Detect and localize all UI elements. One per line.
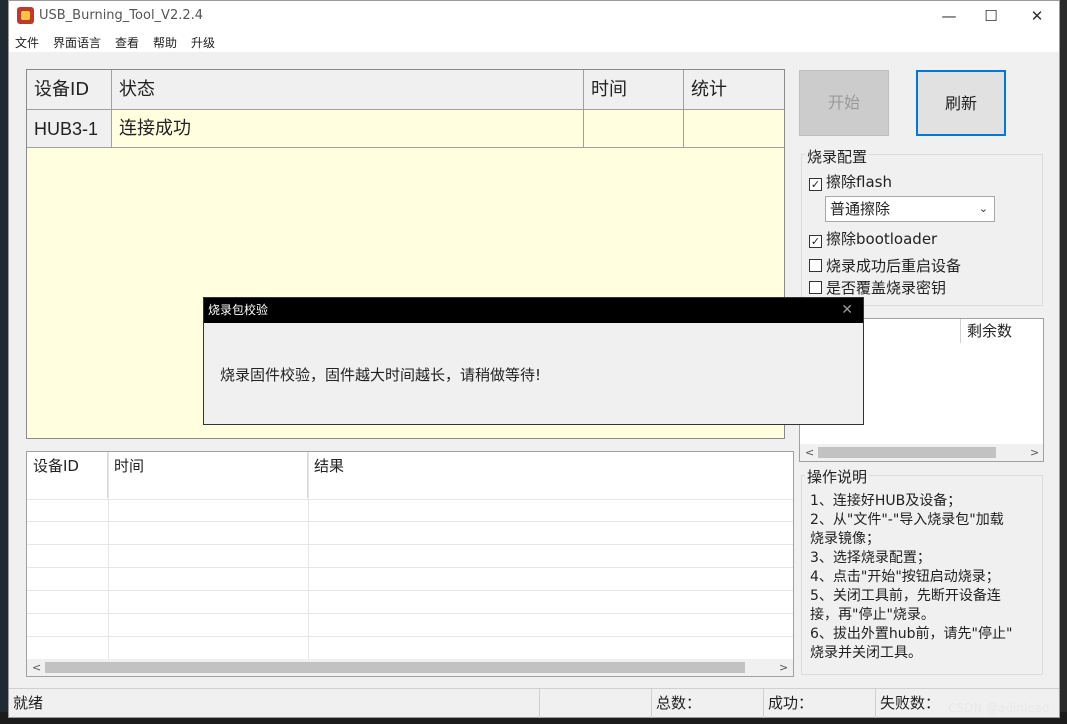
status-success: 成功： — [763, 689, 875, 718]
menu-upgrade[interactable]: 升级 — [191, 34, 215, 51]
chevron-down-icon: ⌄ — [978, 202, 988, 215]
log-col-device-id[interactable]: 设备ID — [27, 452, 108, 498]
erase-bootloader-checkbox[interactable]: ✓ 擦除bootloader — [809, 228, 937, 249]
device-row-status[interactable]: 连接成功 — [112, 110, 584, 148]
col-status[interactable]: 状态 — [112, 70, 584, 110]
overwrite-key-checkbox[interactable]: 是否覆盖烧录密钥 — [809, 277, 946, 298]
instruction-line: 2、从"文件"-"导入烧录包"加载 — [810, 512, 1004, 528]
window-title: USB_Burning_Tool_V2.2.4 — [39, 8, 204, 23]
instruction-line: 3、选择烧录配置； — [810, 550, 931, 566]
checkbox-unchecked-icon — [809, 259, 822, 272]
menu-help[interactable]: 帮助 — [153, 34, 177, 51]
grid-line — [27, 499, 793, 500]
grid-line — [27, 636, 793, 637]
log-table-scrollbar[interactable]: < > — [27, 659, 793, 676]
reboot-after-label: 烧录成功后重启设备 — [826, 257, 962, 275]
overwrite-key-label: 是否覆盖烧录密钥 — [826, 279, 947, 297]
key-list-scrollbar[interactable]: < > — [800, 444, 1043, 461]
start-button[interactable]: 开始 — [799, 70, 889, 136]
key-col-remaining[interactable]: 剩余数 — [961, 319, 1043, 343]
col-time[interactable]: 时间 — [584, 70, 684, 110]
grid-line — [27, 567, 793, 568]
title-bar: USB_Burning_Tool_V2.2.4 — ☐ ✕ — [9, 1, 1059, 32]
checkbox-unchecked-icon — [809, 281, 822, 294]
col-stats[interactable]: 统计 — [684, 70, 784, 110]
dialog-message: 烧录固件校验，固件越大时间越长，请稍做等待! — [220, 366, 542, 384]
scroll-right-icon[interactable]: > — [779, 661, 788, 674]
scroll-thumb[interactable] — [45, 662, 745, 673]
scroll-left-icon[interactable]: < — [805, 446, 814, 459]
scroll-right-icon[interactable]: > — [1030, 446, 1039, 459]
menu-bar: 文件 界面语言 查看 帮助 升级 — [9, 32, 1059, 52]
app-icon — [17, 7, 34, 24]
dialog-close-icon[interactable]: ✕ — [841, 298, 853, 323]
checkbox-checked-icon: ✓ — [809, 235, 822, 248]
maximize-button[interactable]: ☐ — [971, 5, 1011, 27]
erase-mode-select[interactable]: 普通擦除 ⌄ — [825, 196, 995, 222]
scroll-left-icon[interactable]: < — [32, 661, 41, 674]
device-row-id[interactable]: HUB3-1 — [27, 110, 112, 148]
instruction-line: 烧录镜像； — [810, 531, 880, 547]
instructions-title: 操作说明 — [805, 466, 870, 487]
status-total: 总数： — [651, 689, 763, 718]
instruction-line: 烧录并关闭工具。 — [810, 645, 922, 661]
grid-line — [27, 544, 793, 545]
scroll-thumb[interactable] — [818, 447, 996, 458]
grid-line — [27, 590, 793, 591]
desktop-left-edge — [0, 0, 8, 724]
erase-mode-value: 普通擦除 — [830, 200, 891, 218]
erase-flash-checkbox[interactable]: ✓ 擦除flash — [809, 171, 892, 192]
device-row-time[interactable] — [584, 110, 684, 148]
instruction-line: 6、拔出外置hub前，请先"停止" — [810, 626, 1013, 642]
dialog-title: 烧录包校验 — [208, 303, 269, 317]
instruction-line: 4、点击"开始"按钮启动烧录； — [810, 569, 1000, 585]
status-state: 就绪 — [13, 694, 44, 712]
checkbox-checked-icon: ✓ — [809, 178, 822, 191]
burn-config-title: 烧录配置 — [805, 146, 870, 167]
grid-line — [27, 521, 793, 522]
col-device-id[interactable]: 设备ID — [27, 70, 112, 110]
refresh-button[interactable]: 刷新 — [916, 70, 1006, 136]
log-col-time[interactable]: 时间 — [108, 452, 308, 498]
erase-flash-label: 擦除flash — [826, 173, 892, 191]
log-col-result[interactable]: 结果 — [308, 452, 793, 498]
dialog-title-bar: 烧录包校验 ✕ — [204, 298, 863, 323]
minimize-button[interactable]: — — [929, 5, 969, 27]
close-button[interactable]: ✕ — [1017, 5, 1057, 27]
watermark: CSDN @adinlead — [948, 701, 1050, 715]
status-blank — [539, 689, 651, 718]
grid-line — [308, 452, 309, 659]
menu-file[interactable]: 文件 — [15, 34, 39, 51]
device-row-stats[interactable] — [684, 110, 784, 148]
instruction-line: 1、连接好HUB及设备； — [810, 493, 962, 509]
menu-view[interactable]: 查看 — [115, 34, 139, 51]
status-bar: 就绪 总数： 成功： 失败数： — [9, 688, 1059, 718]
instruction-line: 5、关闭工具前，先断开设备连 — [810, 588, 1001, 604]
menu-language[interactable]: 界面语言 — [53, 34, 101, 51]
erase-bootloader-label: 擦除bootloader — [826, 230, 938, 248]
reboot-after-checkbox[interactable]: 烧录成功后重启设备 — [809, 255, 961, 276]
grid-line — [27, 613, 793, 614]
grid-line — [108, 452, 109, 659]
verify-dialog: 烧录包校验 ✕ 烧录固件校验，固件越大时间越长，请稍做等待! — [203, 297, 864, 425]
instruction-line: 接，再"停止"烧录。 — [810, 607, 935, 623]
log-table[interactable]: 设备ID 时间 结果 < > — [26, 451, 794, 677]
